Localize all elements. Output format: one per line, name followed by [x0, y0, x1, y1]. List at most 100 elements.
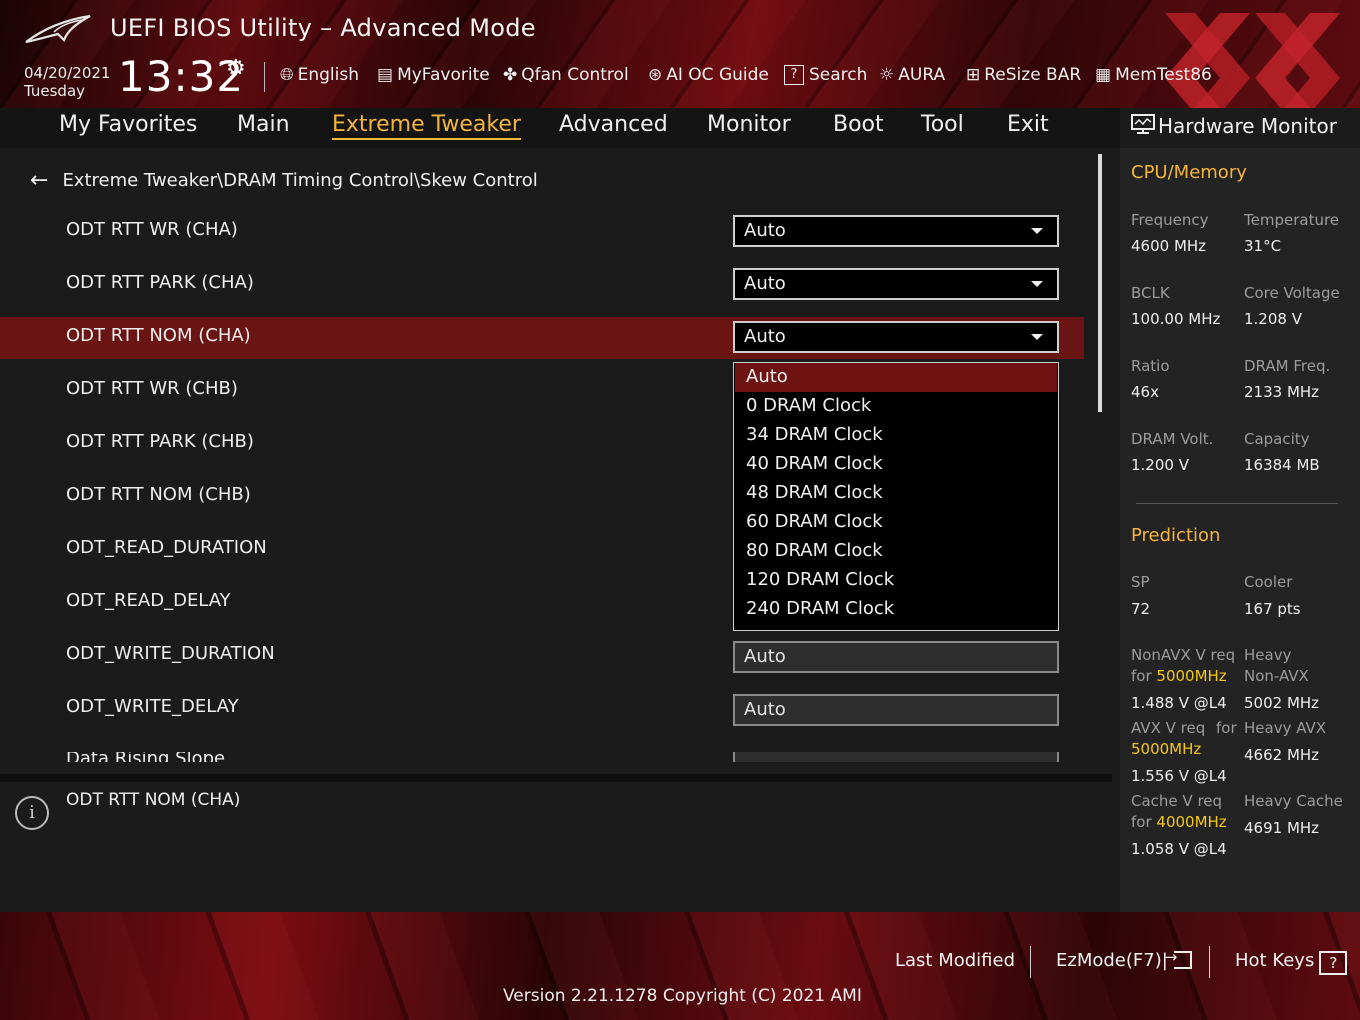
ezmode-button[interactable]: EzMode(F7)| [1056, 948, 1192, 971]
tab-main[interactable]: Main [237, 112, 290, 137]
date: 04/20/2021 [24, 64, 111, 82]
cooler-label: Cooler [1244, 573, 1293, 591]
select-value: Auto [744, 699, 786, 720]
tab-my-favorites[interactable]: My Favorites [59, 112, 197, 137]
ezmode-label: EzMode(F7)| [1056, 950, 1168, 971]
setting-select[interactable]: Auto [733, 694, 1059, 726]
aura-button[interactable]: ☼ AURA [879, 62, 945, 88]
dropdown-option[interactable]: 34 DRAM Clock [735, 421, 1057, 450]
favorite-icon: ▤ [377, 65, 394, 85]
capacity-value: 16384 MB [1244, 456, 1320, 474]
cooler-value: 167 pts [1244, 600, 1301, 618]
search-button[interactable]: ? Search [784, 62, 867, 88]
question-icon: ? [1319, 951, 1348, 975]
dropdown-option[interactable]: 0 DRAM Clock [735, 392, 1057, 421]
setting-label: Data Rising Slope [66, 752, 225, 762]
app-title: UEFI BIOS Utility – Advanced Mode [110, 14, 536, 42]
dropdown-option[interactable]: Auto [735, 363, 1057, 392]
resize-bar-button[interactable]: ⊞ ReSize BAR [966, 62, 1081, 88]
sp-label: SP [1131, 573, 1150, 591]
myfavorite-button[interactable]: ▤ MyFavorite [377, 62, 490, 88]
setting-select[interactable]: Auto [733, 268, 1059, 300]
ratio-label: Ratio [1131, 357, 1170, 375]
globe-icon: 🌐︎ [280, 65, 294, 85]
dram-volt-label: DRAM Volt. [1131, 430, 1214, 448]
avx-freq: 5000MHz [1131, 740, 1202, 758]
aura-icon: ☼ [879, 65, 895, 85]
dram-freq-value: 2133 MHz [1244, 383, 1320, 401]
xx-watermark-logo [1165, 13, 1340, 108]
setting-row-partial[interactable]: Data Rising Slope [0, 752, 1100, 762]
gear-icon[interactable]: ⚙ [226, 56, 246, 81]
heavy-avx-label: Heavy AVX [1244, 719, 1327, 737]
dropdown-option[interactable]: 80 DRAM Clock [735, 537, 1057, 566]
divider [1136, 503, 1338, 504]
setting-label: ODT RTT PARK (CHA) [66, 272, 254, 293]
tab-tool[interactable]: Tool [921, 112, 964, 137]
heavy-nonavx-label-2: Non-AVX [1244, 667, 1309, 685]
dropdown-option[interactable]: 48 DRAM Clock [735, 479, 1057, 508]
setting-label: ODT_READ_DELAY [66, 590, 231, 611]
memtest-icon: ▦ [1095, 65, 1112, 85]
select-value: Auto [744, 646, 786, 667]
nonavx-freq: 5000MHz [1156, 667, 1227, 685]
dropdown-option[interactable]: 40 DRAM Clock [735, 450, 1057, 479]
ratio-value: 46x [1131, 383, 1159, 401]
hot-keys-button[interactable]: Hot Keys? [1235, 950, 1348, 975]
select-value: Auto [744, 220, 786, 241]
tool-label: Qfan Control [521, 65, 629, 85]
scrollbar[interactable] [1098, 154, 1102, 412]
setting-select[interactable]: Auto [733, 641, 1059, 673]
breadcrumb-path: Extreme Tweaker\DRAM Timing Control\Skew… [62, 170, 538, 191]
qfan-control-button[interactable]: ✤ Qfan Control [503, 62, 629, 88]
frequency-value: 4600 MHz [1131, 237, 1207, 255]
dropdown-option[interactable]: 240 DRAM Clock [735, 595, 1057, 624]
dropdown-option[interactable]: 120 DRAM Clock [735, 566, 1057, 595]
divider [1209, 946, 1210, 978]
heavy-avx-value: 4662 MHz [1244, 746, 1320, 764]
fan-icon: ✤ [503, 65, 518, 85]
cache-value: 1.058 V @L4 [1131, 840, 1227, 858]
tool-label: AI OC Guide [666, 65, 769, 85]
bclk-value: 100.00 MHz [1131, 310, 1221, 328]
version-text: Version 2.21.1278 Copyright (C) 2021 AMI [503, 986, 862, 1006]
tab-monitor[interactable]: Monitor [707, 112, 791, 137]
tool-label: MyFavorite [397, 65, 490, 85]
chevron-down-icon [1031, 228, 1043, 234]
resizebar-icon: ⊞ [966, 65, 981, 85]
nonavx-label: NonAVX V req [1131, 646, 1236, 664]
select-value: Auto [744, 326, 786, 347]
chevron-down-icon [1031, 281, 1043, 287]
dropdown-option[interactable]: 60 DRAM Clock [735, 508, 1057, 537]
cache-freq: 4000MHz [1156, 813, 1227, 831]
rog-logo [25, 14, 91, 44]
memtest-button[interactable]: ▦ MemTest86 [1095, 62, 1212, 88]
setting-label: ODT RTT WR (CHB) [66, 378, 238, 399]
temperature-label: Temperature [1244, 211, 1340, 229]
select-value: Auto [744, 273, 786, 294]
setting-label: ODT_WRITE_DURATION [66, 643, 275, 664]
dram-freq-label: DRAM Freq. [1244, 357, 1331, 375]
ai-oc-guide-button[interactable]: ⊛ AI OC Guide [648, 62, 769, 88]
setting-select[interactable]: Auto [733, 215, 1059, 247]
divider [1030, 946, 1031, 978]
tab-exit[interactable]: Exit [1007, 112, 1049, 137]
dram-volt-value: 1.200 V [1131, 456, 1189, 474]
nonavx-for-label: for 5000MHz [1131, 667, 1227, 685]
setting-select[interactable] [733, 752, 1059, 762]
last-modified-button[interactable]: Last Modified [895, 950, 1015, 971]
setting-select-open[interactable]: Auto [733, 321, 1059, 353]
info-icon: i [15, 796, 49, 830]
heavy-nonavx-label: Heavy [1244, 646, 1292, 664]
tab-boot[interactable]: Boot [833, 112, 884, 137]
ai-icon: ⊛ [648, 65, 663, 85]
language-button[interactable]: 🌐︎ English [280, 62, 359, 88]
back-arrow-icon[interactable]: ← [30, 168, 48, 193]
tool-label: Search [809, 65, 868, 85]
monitor-icon [1131, 114, 1155, 134]
avx-label: AVX V req [1131, 719, 1206, 737]
hot-keys-label: Hot Keys [1235, 950, 1315, 971]
tab-extreme-tweaker[interactable]: Extreme Tweaker [332, 112, 521, 140]
cache-for-label: for 4000MHz [1131, 813, 1227, 831]
tab-advanced[interactable]: Advanced [559, 112, 668, 137]
